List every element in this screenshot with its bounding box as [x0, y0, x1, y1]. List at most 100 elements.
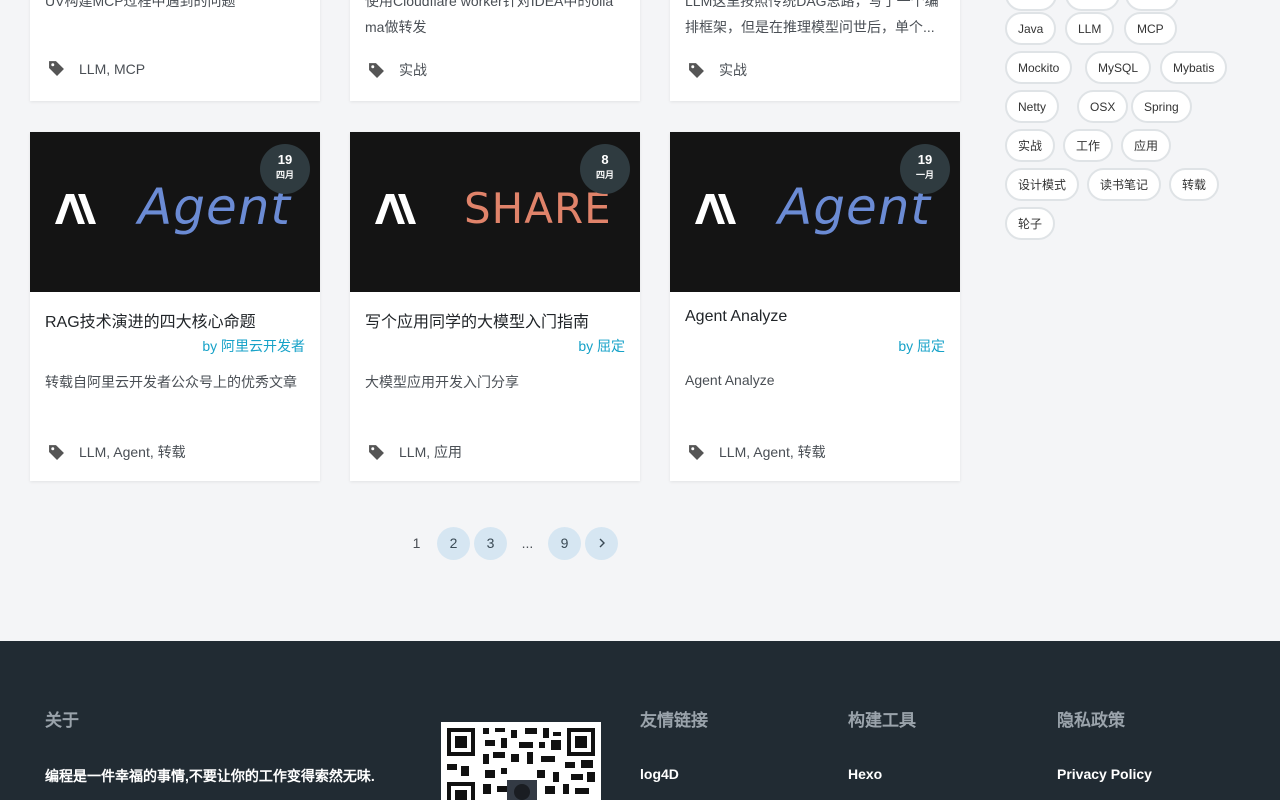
post-card[interactable]: UV构建MCP过程中遇到的问题 LLM, MCP	[30, 0, 320, 101]
wechat-qr-code	[441, 722, 601, 800]
post-author[interactable]: by 屈定	[898, 336, 945, 356]
date-day: 19	[917, 152, 933, 167]
post-title[interactable]: RAG技术演进的四大核心命题	[45, 308, 256, 332]
footer-privacy-title: 隐私政策	[1057, 711, 1125, 730]
tag-icon	[689, 62, 704, 78]
post-description: Agent Analyze	[685, 372, 775, 388]
post-excerpt-line: ma做转发	[365, 19, 427, 35]
tag-pill[interactable]: 应用	[1121, 129, 1172, 162]
tag-pill[interactable]: Mockito	[1005, 51, 1073, 84]
date-day: 19	[277, 152, 293, 167]
tag-pill-partial[interactable]	[1005, 0, 1057, 11]
tag-pill[interactable]: Spring	[1131, 90, 1192, 123]
tag-icon	[49, 444, 64, 460]
post-excerpt: 使用Cloudflare worker针对IDEA中的olla ma做转发	[365, 0, 625, 40]
tag-pill[interactable]: 轮子	[1005, 207, 1056, 240]
post-card[interactable]: Agent 19 一月 Agent Analyze by 屈定 Agent An…	[670, 132, 960, 481]
footer-about-title: 关于	[45, 711, 79, 730]
post-title[interactable]: 写个应用同学的大模型入门指南	[365, 308, 589, 332]
page-1: 1	[412, 535, 421, 551]
next-page-button[interactable]	[585, 526, 618, 560]
tag-pill[interactable]: MCP	[1124, 12, 1177, 45]
anthropic-logo-icon	[695, 194, 736, 224]
date-month: 四月	[595, 170, 614, 180]
page-3-link[interactable]: 3	[474, 526, 507, 560]
tag-pill[interactable]: Mybatis	[1160, 51, 1228, 84]
author-prefix: by	[578, 338, 594, 354]
author-name[interactable]: 屈定	[917, 338, 945, 354]
post-card[interactable]: SHARE 8 四月 写个应用同学的大模型入门指南 by 屈定 大模型应用开发入…	[350, 132, 640, 481]
post-title[interactable]: Agent Analyze	[685, 308, 787, 326]
post-tags: LLM, 应用	[368, 442, 462, 462]
date-month: 一月	[915, 170, 934, 180]
post-tags-text[interactable]: LLM, 应用	[399, 442, 462, 462]
post-thumbnail[interactable]: Agent 19 一月	[670, 132, 960, 292]
post-thumbnail[interactable]: SHARE 8 四月	[350, 132, 640, 292]
page-9-link[interactable]: 9	[548, 526, 581, 560]
tag-icon	[369, 444, 384, 460]
post-excerpt-line: 使用Cloudflare worker针对IDEA中的olla	[365, 0, 614, 9]
author-prefix: by	[202, 338, 218, 354]
anthropic-logo-icon	[55, 194, 96, 224]
post-author[interactable]: by 屈定	[578, 336, 625, 356]
post-card[interactable]: 使用Cloudflare worker针对IDEA中的olla ma做转发 实战	[350, 0, 640, 101]
post-description: 转载自阿里云开发者公众号上的优秀文章	[45, 374, 297, 390]
post-excerpt: UV构建MCP过程中遇到的问题	[45, 0, 236, 9]
post-excerpt-line: LLM这里按照传统DAG思路，写了一个编	[685, 0, 939, 9]
tag-pill[interactable]: MySQL	[1085, 51, 1152, 84]
page-2-link[interactable]: 2	[437, 526, 470, 560]
tag-pill[interactable]: 转载	[1169, 168, 1220, 201]
post-tags: LLM, Agent, 转载	[48, 442, 186, 462]
page-ellipsis: ...	[521, 535, 534, 551]
tag-icon	[689, 444, 704, 460]
tag-pill[interactable]: 工作	[1063, 129, 1114, 162]
tag-pill[interactable]: 实战	[1005, 129, 1056, 162]
anthropic-logo-icon	[375, 194, 416, 224]
post-tags-text[interactable]: LLM, MCP	[79, 61, 145, 77]
footer-build-title: 构建工具	[848, 711, 916, 730]
post-card[interactable]: Agent 19 四月 RAG技术演进的四大核心命题 by 阿里云开发者 转载自…	[30, 132, 320, 481]
tag-pill[interactable]: 设计模式	[1005, 168, 1080, 201]
post-tags-text[interactable]: LLM, Agent, 转载	[719, 442, 826, 462]
post-tags-text[interactable]: 实战	[399, 60, 427, 80]
footer-links-title: 友情链接	[640, 711, 708, 730]
post-tags-text[interactable]: LLM, Agent, 转载	[79, 442, 186, 462]
post-author[interactable]: by 阿里云开发者	[202, 336, 305, 356]
author-prefix: by	[898, 338, 914, 354]
tag-pill[interactable]: OSX	[1077, 90, 1129, 123]
thumb-word: SHARE	[464, 184, 612, 233]
post-excerpt-line: 排框架，但是在推理模型问世后，单个...	[685, 19, 935, 35]
footer: 关于 编程是一件幸福的事情,不要让你的工作变得索然无味. 友情链接 log4D	[0, 641, 1280, 800]
author-name[interactable]: 屈定	[597, 338, 625, 354]
post-description: 大模型应用开发入门分享	[365, 374, 519, 390]
tag-icon	[369, 62, 384, 78]
tag-pill[interactable]: Netty	[1005, 90, 1060, 123]
date-badge: 19 四月	[260, 144, 310, 194]
pagination: 1 2 3 ... 9	[400, 526, 622, 560]
tag-pill[interactable]: Java	[1005, 12, 1057, 45]
post-tags: 实战	[688, 60, 747, 80]
post-tags: LLM, Agent, 转载	[688, 442, 826, 462]
tag-pill[interactable]: 读书笔记	[1087, 168, 1162, 201]
post-excerpt: LLM这里按照传统DAG思路，写了一个编 排框架，但是在推理模型问世后，单个..…	[685, 0, 945, 40]
tag-pill-partial[interactable]	[1065, 0, 1120, 11]
footer-about-text: 编程是一件幸福的事情,不要让你的工作变得索然无味.	[45, 768, 375, 784]
footer-link-item[interactable]: log4D	[640, 766, 679, 782]
post-tags-text[interactable]: 实战	[719, 60, 747, 80]
date-badge: 8 四月	[580, 144, 630, 194]
tag-pill[interactable]: LLM	[1065, 12, 1115, 45]
page: UV构建MCP过程中遇到的问题 LLM, MCP 使用Cloudflare wo…	[0, 0, 1280, 800]
date-badge: 19 一月	[900, 144, 950, 194]
footer-privacy-link[interactable]: Privacy Policy	[1057, 766, 1152, 782]
qr-code-icon	[447, 728, 595, 800]
tag-icon	[49, 61, 64, 76]
tag-pill-partial[interactable]	[1125, 0, 1179, 11]
date-day: 8	[601, 152, 609, 167]
footer-build-item[interactable]: Hexo	[848, 766, 882, 782]
author-name[interactable]: 阿里云开发者	[221, 338, 305, 354]
chevron-right-icon	[599, 538, 605, 548]
post-tags: LLM, MCP	[48, 60, 145, 77]
post-card[interactable]: LLM这里按照传统DAG思路，写了一个编 排框架，但是在推理模型问世后，单个..…	[670, 0, 960, 101]
date-month: 四月	[275, 170, 294, 180]
post-thumbnail[interactable]: Agent 19 四月	[30, 132, 320, 292]
